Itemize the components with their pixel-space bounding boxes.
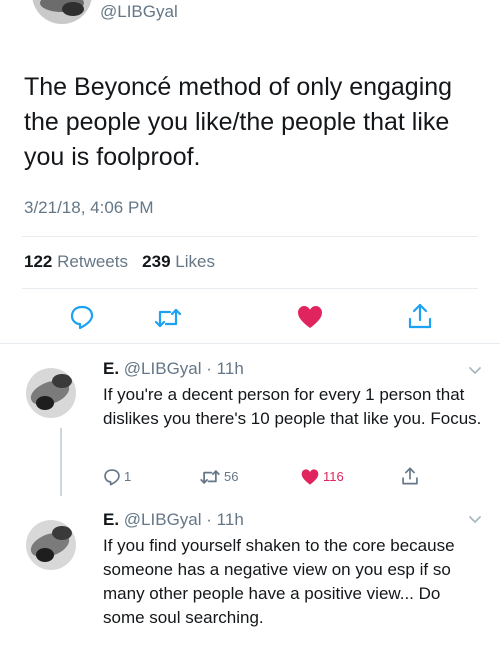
reply-author-handle[interactable]: @LIBGyal: [124, 359, 202, 378]
thread-line: [60, 428, 62, 496]
tweet-text: The Beyoncé method of only engaging the …: [24, 73, 453, 171]
reply-time[interactable]: 11h: [217, 510, 244, 529]
chevron-down-icon[interactable]: [468, 515, 482, 525]
retweet-count: 56: [224, 469, 239, 484]
like-count: 116: [323, 469, 344, 484]
likes-label[interactable]: Likes: [175, 252, 215, 271]
divider: [22, 288, 478, 289]
retweets-count[interactable]: 122: [24, 252, 52, 271]
author-avatar[interactable]: [32, 0, 92, 24]
reply-icon: [104, 469, 120, 486]
separator-dot: ·: [206, 510, 212, 529]
reply-button[interactable]: 1: [103, 468, 131, 486]
reply-text: If you're a decent person for every 1 pe…: [103, 385, 482, 428]
retweet-icon[interactable]: [153, 306, 183, 330]
divider: [22, 236, 478, 237]
like-heart-icon[interactable]: [296, 304, 324, 330]
reply-icon[interactable]: [69, 304, 95, 330]
share-icon[interactable]: [407, 302, 433, 330]
tweet-timestamp[interactable]: 3/21/18, 4:06 PM: [24, 198, 153, 218]
reply-header: E. @LIBGyal · 11h: [103, 359, 244, 379]
share-icon[interactable]: [401, 466, 419, 486]
like-button[interactable]: 116: [300, 468, 344, 486]
retweet-icon: [200, 470, 220, 484]
tweet-stats: 122 Retweets 239 Likes: [24, 252, 215, 272]
likes-count[interactable]: 239: [142, 252, 170, 271]
reply-time[interactable]: 11h: [217, 359, 244, 378]
like-heart-icon: [301, 469, 319, 485]
reply-author-name[interactable]: E.: [103, 359, 119, 378]
reply-count: 1: [124, 469, 132, 484]
reply-avatar[interactable]: [26, 520, 76, 570]
reply-author-name[interactable]: E.: [103, 510, 119, 529]
retweets-label[interactable]: Retweets: [57, 252, 128, 271]
reply-avatar[interactable]: [26, 368, 76, 418]
reply-author-handle[interactable]: @LIBGyal: [124, 510, 202, 529]
reply-header: E. @LIBGyal · 11h: [103, 510, 244, 530]
retweet-button[interactable]: 56: [199, 468, 238, 486]
author-handle[interactable]: @LIBGyal: [100, 2, 178, 22]
chevron-down-icon[interactable]: [468, 366, 482, 376]
reply-text: If you find yourself shaken to the core …: [103, 536, 455, 627]
divider: [0, 343, 500, 344]
separator-dot: ·: [206, 359, 212, 378]
